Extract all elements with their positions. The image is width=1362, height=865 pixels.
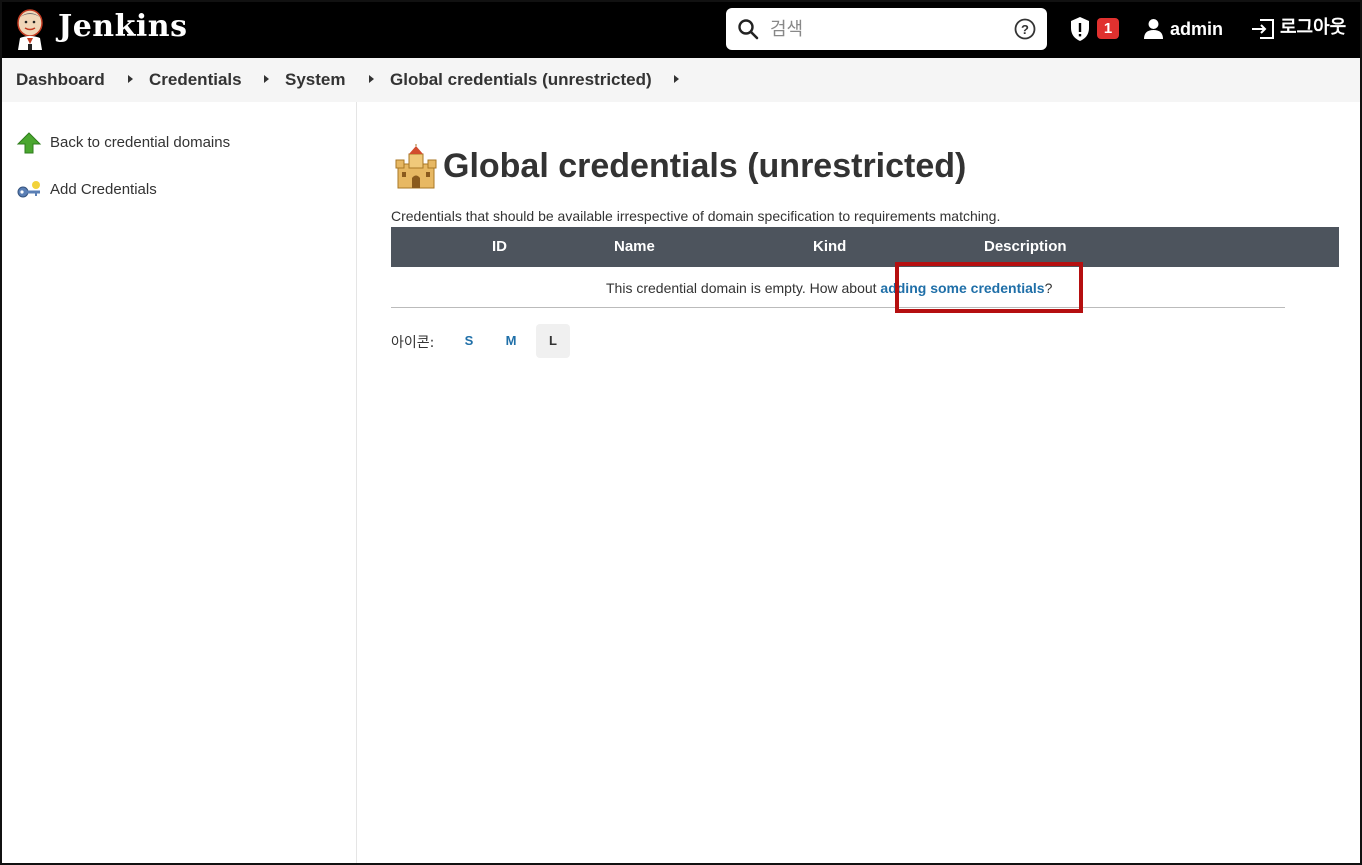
icon-size-label: 아이콘: xyxy=(391,335,435,351)
svg-text:?: ? xyxy=(1021,22,1029,37)
brand-name[interactable]: Jenkins xyxy=(58,8,187,46)
sidebar: Back to credential domains Add Credentia… xyxy=(0,102,357,865)
breadcrumb-global-credentials[interactable]: Global credentials (unrestricted) xyxy=(390,70,652,90)
user-icon[interactable] xyxy=(1143,18,1164,39)
highlight-box xyxy=(895,262,1083,313)
credentials-table-header: ID Name Kind Description xyxy=(391,227,1339,267)
icon-size-m-button[interactable]: M xyxy=(494,324,528,358)
jenkins-logo-icon[interactable] xyxy=(14,8,46,50)
table-empty-row: This credential domain is empty. How abo… xyxy=(391,267,1285,308)
empty-message-prefix: This credential domain is empty. How abo… xyxy=(606,280,881,296)
breadcrumb-caret-icon[interactable] xyxy=(674,75,679,83)
breadcrumb-caret-icon[interactable] xyxy=(369,75,374,83)
column-header-kind[interactable]: Kind xyxy=(813,237,846,257)
sidebar-item-add-credentials[interactable]: Add Credentials xyxy=(16,177,157,203)
icon-size-l-button[interactable]: L xyxy=(536,324,570,358)
search-box: ? xyxy=(726,8,1047,50)
top-header: Jenkins ? 1 admin 로그아웃 xyxy=(0,0,1362,58)
search-input[interactable] xyxy=(770,14,990,44)
castle-icon xyxy=(395,144,437,189)
user-name-link[interactable]: admin xyxy=(1170,18,1223,40)
breadcrumb-caret-icon[interactable] xyxy=(128,75,133,83)
sidebar-item-label: Add Credentials xyxy=(50,181,157,198)
column-header-description[interactable]: Description xyxy=(984,237,1067,257)
column-header-id[interactable]: ID xyxy=(492,237,507,257)
search-icon xyxy=(738,19,759,40)
breadcrumb-caret-icon[interactable] xyxy=(264,75,269,83)
security-shield-icon[interactable] xyxy=(1069,16,1091,42)
logout-icon[interactable] xyxy=(1250,17,1276,41)
page-title: Global credentials (unrestricted) xyxy=(443,147,967,185)
key-icon xyxy=(17,181,40,198)
column-header-name[interactable]: Name xyxy=(614,237,655,257)
jenkins-butler-icon xyxy=(17,9,43,50)
sidebar-item-label: Back to credential domains xyxy=(50,134,231,151)
breadcrumb: Dashboard Credentials System Global cred… xyxy=(0,58,1362,102)
breadcrumb-system[interactable]: System xyxy=(285,70,345,90)
breadcrumb-dashboard[interactable]: Dashboard xyxy=(16,70,105,90)
logout-link[interactable]: 로그아웃 xyxy=(1280,17,1346,39)
security-badge[interactable]: 1 xyxy=(1097,18,1119,39)
help-icon[interactable]: ? xyxy=(1014,18,1036,40)
up-arrow-icon xyxy=(16,132,42,154)
sidebar-item-back[interactable]: Back to credential domains xyxy=(16,130,230,156)
page-description: Credentials that should be available irr… xyxy=(391,208,1001,224)
breadcrumb-credentials[interactable]: Credentials xyxy=(149,70,242,90)
icon-size-s-button[interactable]: S xyxy=(452,324,486,358)
